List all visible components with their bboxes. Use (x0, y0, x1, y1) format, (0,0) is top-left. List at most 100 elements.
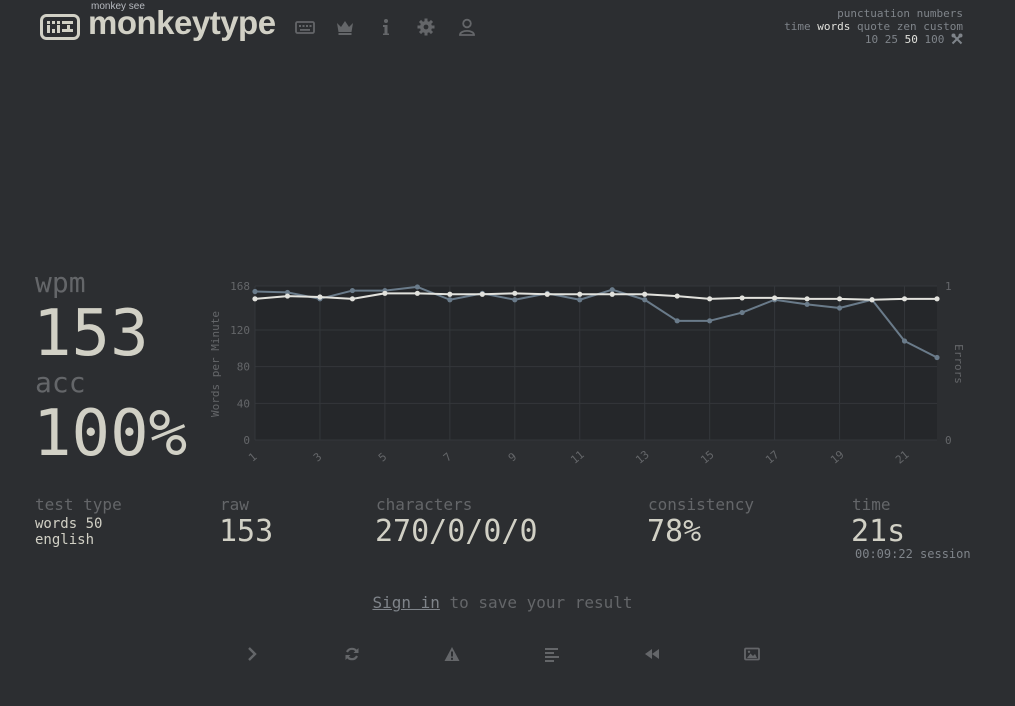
chart-x-tick: 21 (893, 448, 912, 466)
chevron-right-icon (244, 646, 260, 666)
align-left-icon (544, 646, 560, 666)
chart-x-ticks: 1 3 5 7 9 11 13 15 17 19 21 (246, 448, 911, 466)
config-numbers[interactable]: numbers (917, 7, 963, 20)
chart-point-wpm (901, 296, 908, 302)
chart-y-tick: 80 (237, 361, 250, 374)
time-value: 21s (851, 514, 906, 549)
chart-point-wpm (382, 290, 388, 296)
time-label: time (852, 495, 891, 514)
chart-point-wpm (869, 297, 875, 303)
info-icon[interactable] (374, 16, 398, 38)
chart-point-wpm (479, 291, 485, 297)
chart-point-raw (739, 309, 745, 316)
test-config: punctuation numbers time words quote zen… (784, 7, 963, 48)
chart-x-tick: 1 (246, 450, 259, 464)
chart-x-tick: 19 (828, 448, 847, 466)
chart-x-tick: 17 (763, 448, 782, 466)
chart-point-wpm (252, 296, 258, 302)
chart-point-raw (836, 305, 843, 311)
config-mode-quote[interactable]: quote (857, 20, 890, 33)
chart-point-wpm (284, 293, 291, 299)
wpm-chart: Words per Minute Errors 04080120168 01 1… (209, 280, 965, 467)
chart-point-wpm (609, 291, 615, 297)
chart-point-wpm (836, 296, 843, 302)
chart-point-raw (512, 297, 518, 303)
user-icon[interactable] (455, 16, 479, 38)
wpm-label: wpm (35, 266, 86, 299)
chart-point-wpm (447, 291, 453, 297)
logo-icon[interactable] (40, 14, 80, 40)
warning-icon (444, 646, 460, 666)
chart-point-raw (414, 284, 420, 290)
signin-link[interactable]: Sign in (372, 593, 439, 612)
keyboard-icon[interactable] (293, 16, 317, 38)
chart-point-wpm (544, 291, 550, 297)
chart-x-tick: 11 (568, 448, 587, 466)
chart-y-tick: 0 (243, 434, 250, 447)
raw-value: 153 (219, 514, 274, 549)
chart-y-ticks: 0 40 80 120 168 (230, 280, 250, 447)
characters-label: characters (376, 495, 473, 514)
replay-button[interactable] (639, 645, 665, 667)
chart-point-raw (642, 297, 648, 303)
config-words-50[interactable]: 50 (905, 33, 918, 46)
consistency-label: consistency (648, 495, 754, 514)
config-row-modifiers: punctuation numbers (784, 7, 963, 20)
chart-point-raw (901, 338, 908, 344)
chart-point-raw (707, 318, 713, 324)
chart-point-raw (349, 287, 356, 294)
wrench-icon[interactable] (951, 33, 963, 48)
chart-point-wpm (512, 290, 518, 296)
chart-point-wpm (934, 296, 940, 302)
chart-x-tick: 5 (376, 450, 389, 464)
chart-point-wpm (707, 296, 713, 302)
config-mode-time[interactable]: time (784, 20, 811, 33)
chart-point-wpm (349, 296, 356, 302)
chart-point-wpm (739, 295, 745, 301)
config-punctuation[interactable]: punctuation (837, 7, 910, 20)
screenshot-button[interactable] (739, 645, 765, 667)
config-words-100[interactable]: 100 (925, 33, 945, 46)
chart-y-tick: 120 (230, 324, 250, 337)
chart-x-tick: 9 (506, 450, 519, 464)
chart-point-wpm (674, 293, 680, 299)
chart-point-raw (447, 297, 453, 303)
chart-point-raw (934, 354, 940, 361)
characters-value: 270/0/0/0 (375, 514, 538, 549)
chart-point-wpm (577, 291, 583, 297)
gear-icon[interactable] (414, 16, 438, 38)
raw-label: raw (220, 495, 249, 514)
config-words-10[interactable]: 10 (865, 33, 878, 46)
report-button[interactable] (439, 645, 465, 667)
crown-icon[interactable] (333, 16, 357, 38)
chart-x-tick: 7 (441, 450, 454, 464)
logo-text[interactable]: monkeytype (88, 4, 276, 42)
chart-ylabel: Words per Minute (209, 311, 222, 417)
words-history-button[interactable] (539, 645, 565, 667)
chart-point-raw (674, 318, 680, 324)
chart-y-tick: 40 (237, 397, 250, 410)
chart-x-tick: 13 (633, 448, 652, 466)
chart-y2-tick: 0 (945, 434, 952, 447)
test-type-label: test type (35, 495, 122, 514)
acc-value: 100% (33, 397, 188, 471)
config-mode-custom[interactable]: custom (923, 20, 963, 33)
test-type-mode: words 50 (35, 516, 103, 532)
image-icon (744, 646, 760, 666)
next-test-button[interactable] (239, 645, 265, 667)
config-mode-words[interactable]: words (817, 20, 850, 33)
chart-point-raw (804, 301, 810, 307)
config-mode-zen[interactable]: zen (897, 20, 917, 33)
chart-point-wpm (772, 295, 778, 301)
config-words-25[interactable]: 25 (885, 33, 898, 46)
signin-prompt: Sign in to save your result (0, 593, 1005, 612)
chart-point-raw (252, 288, 258, 295)
restart-button[interactable] (339, 645, 365, 667)
acc-label: acc (35, 366, 86, 399)
chart-y2-tick: 1 (945, 280, 952, 293)
wpm-value: 153 (33, 297, 149, 371)
chart-point-wpm (317, 294, 323, 300)
config-row-length: 10 25 50 100 (784, 33, 963, 48)
chart-y2label: Errors (952, 344, 965, 384)
chart-x-tick: 15 (698, 448, 717, 466)
